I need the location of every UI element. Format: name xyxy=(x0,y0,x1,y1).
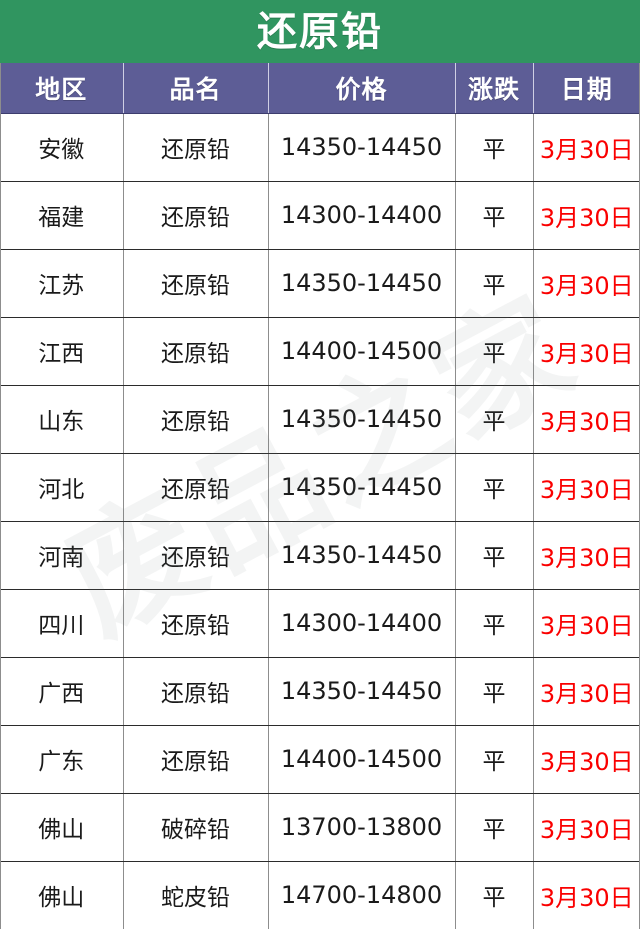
cell-region: 福建 xyxy=(0,181,124,250)
cell-date: 3月30日 xyxy=(533,317,640,386)
table-row: 江西 还原铅 14400-14500 平 3月30日 xyxy=(0,317,640,386)
cell-price: 14350-14450 xyxy=(268,453,456,522)
cell-price: 14400-14500 xyxy=(268,317,456,386)
cell-region: 广东 xyxy=(0,725,124,794)
cell-change: 平 xyxy=(455,113,534,182)
cell-date: 3月30日 xyxy=(533,385,640,454)
cell-price: 14400-14500 xyxy=(268,725,456,794)
table-row: 佛山 破碎铅 13700-13800 平 3月30日 xyxy=(0,793,640,862)
cell-date: 3月30日 xyxy=(533,181,640,250)
cell-change: 平 xyxy=(455,521,534,590)
cell-product: 还原铅 xyxy=(123,453,269,522)
cell-product: 还原铅 xyxy=(123,249,269,318)
cell-product: 还原铅 xyxy=(123,725,269,794)
cell-date: 3月30日 xyxy=(533,453,640,522)
table-row: 广东 还原铅 14400-14500 平 3月30日 xyxy=(0,725,640,794)
cell-region: 佛山 xyxy=(0,861,124,929)
cell-change: 平 xyxy=(455,317,534,386)
cell-region: 安徽 xyxy=(0,113,124,182)
cell-price: 14300-14400 xyxy=(268,181,456,250)
cell-date: 3月30日 xyxy=(533,113,640,182)
table-row: 山东 还原铅 14350-14450 平 3月30日 xyxy=(0,385,640,454)
cell-product: 破碎铅 xyxy=(123,793,269,862)
cell-price: 13700-13800 xyxy=(268,793,456,862)
cell-product: 还原铅 xyxy=(123,521,269,590)
cell-region: 佛山 xyxy=(0,793,124,862)
table-left-border xyxy=(0,63,1,929)
cell-date: 3月30日 xyxy=(533,521,640,590)
cell-region: 江苏 xyxy=(0,249,124,318)
column-header-product: 品名 xyxy=(123,63,269,114)
title-banner: 还原铅 xyxy=(0,0,640,63)
lead-price-table: 地区 品名 价格 涨跌 日期 安徽 还原铅 14350-14450 平 3月30日 福建 还原铅 14… xyxy=(0,63,640,929)
cell-price: 14350-14450 xyxy=(268,657,456,726)
cell-change: 平 xyxy=(455,793,534,862)
cell-date: 3月30日 xyxy=(533,249,640,318)
cell-region: 河南 xyxy=(0,521,124,590)
cell-change: 平 xyxy=(455,181,534,250)
table-header: 地区 品名 价格 涨跌 日期 xyxy=(0,63,640,114)
cell-product: 还原铅 xyxy=(123,657,269,726)
cell-product: 还原铅 xyxy=(123,181,269,250)
cell-change: 平 xyxy=(455,453,534,522)
cell-date: 3月30日 xyxy=(533,589,640,658)
cell-region: 河北 xyxy=(0,453,124,522)
cell-change: 平 xyxy=(455,385,534,454)
price-table-page: 废品之家 还原铅 地区 品名 价格 涨跌 日期 安徽 还原铅 14350-14450 平 3月3… xyxy=(0,0,640,929)
cell-price: 14350-14450 xyxy=(268,385,456,454)
cell-region: 四川 xyxy=(0,589,124,658)
table-row: 河南 还原铅 14350-14450 平 3月30日 xyxy=(0,521,640,590)
cell-product: 还原铅 xyxy=(123,385,269,454)
column-header-region: 地区 xyxy=(0,63,124,114)
cell-change: 平 xyxy=(455,861,534,929)
table-row: 佛山 蛇皮铅 14700-14800 平 3月30日 xyxy=(0,861,640,929)
cell-product: 蛇皮铅 xyxy=(123,861,269,929)
cell-change: 平 xyxy=(455,249,534,318)
cell-price: 14300-14400 xyxy=(268,589,456,658)
cell-price: 14700-14800 xyxy=(268,861,456,929)
column-header-price: 价格 xyxy=(268,63,456,114)
cell-region: 江西 xyxy=(0,317,124,386)
table-row: 安徽 还原铅 14350-14450 平 3月30日 xyxy=(0,113,640,182)
cell-date: 3月30日 xyxy=(533,657,640,726)
cell-change: 平 xyxy=(455,589,534,658)
column-header-date: 日期 xyxy=(533,63,640,114)
cell-date: 3月30日 xyxy=(533,725,640,794)
cell-price: 14350-14450 xyxy=(268,249,456,318)
cell-product: 还原铅 xyxy=(123,113,269,182)
cell-region: 山东 xyxy=(0,385,124,454)
cell-price: 14350-14450 xyxy=(268,521,456,590)
cell-price: 14350-14450 xyxy=(268,113,456,182)
cell-product: 还原铅 xyxy=(123,589,269,658)
page-title: 还原铅 xyxy=(257,8,383,55)
cell-date: 3月30日 xyxy=(539,883,634,912)
table-row: 福建 还原铅 14300-14400 平 3月30日 xyxy=(0,181,640,250)
cell-change: 平 xyxy=(455,725,534,794)
cell-product: 还原铅 xyxy=(123,317,269,386)
table-body: 安徽 还原铅 14350-14450 平 3月30日 福建 还原铅 14300-14400 平 3… xyxy=(0,113,640,929)
column-header-change: 涨跌 xyxy=(455,63,534,114)
cell-change: 平 xyxy=(455,657,534,726)
table-header-row: 地区 品名 价格 涨跌 日期 xyxy=(0,63,640,114)
table-row: 广西 还原铅 14350-14450 平 3月30日 xyxy=(0,657,640,726)
table-row: 江苏 还原铅 14350-14450 平 3月30日 xyxy=(0,249,640,318)
cell-date: 3月30日 xyxy=(533,793,640,862)
table-row: 河北 还原铅 14350-14450 平 3月30日 xyxy=(0,453,640,522)
table-row: 四川 还原铅 14300-14400 平 3月30日 xyxy=(0,589,640,658)
cell-region: 广西 xyxy=(0,657,124,726)
